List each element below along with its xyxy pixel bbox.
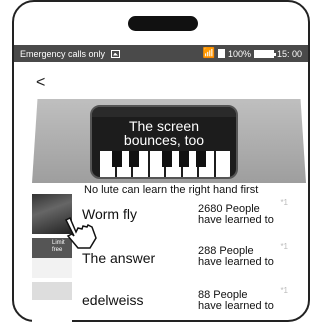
banner-caption-line1: The screen [128, 118, 200, 134]
status-bar: Emergency calls only 📶 100% 15: 00 [14, 45, 308, 62]
banner-caption-line2: bounces, too [123, 132, 205, 148]
song-item-the-answer[interactable]: Limit free The answer *1 288 People have… [18, 238, 294, 280]
sim-icon [217, 49, 225, 58]
banner-device-illustration: The screen bounces, too [90, 105, 238, 179]
learner-count: 2680 People have learned to [198, 203, 274, 226]
piano-keys-graphic [100, 151, 230, 177]
device-top-bar [92, 107, 236, 117]
clock: 15: 00 [276, 48, 302, 59]
song-thumbnail [32, 282, 72, 322]
song-title: The answer [82, 250, 156, 266]
banner-caption: The screen bounces, too [92, 119, 236, 147]
song-title: edelweiss [82, 292, 144, 308]
carrier-text: Emergency calls only [20, 48, 106, 59]
image-icon [111, 49, 121, 58]
song-item-worm-fly[interactable]: Worm fly *1 2680 People have learned to [18, 194, 294, 236]
camera-notch [128, 16, 198, 31]
learner-count: 288 People have learned to [198, 245, 274, 268]
learner-count: 88 People have learned to [198, 289, 274, 312]
battery-percent: 100% [227, 48, 251, 59]
tap-hand-icon [64, 216, 97, 249]
battery-icon [253, 49, 276, 58]
wifi-icon: 📶 [202, 48, 215, 59]
song-item-edelweiss[interactable]: edelweiss *1 88 People have learned to [18, 282, 294, 322]
back-button[interactable]: < [36, 74, 45, 92]
